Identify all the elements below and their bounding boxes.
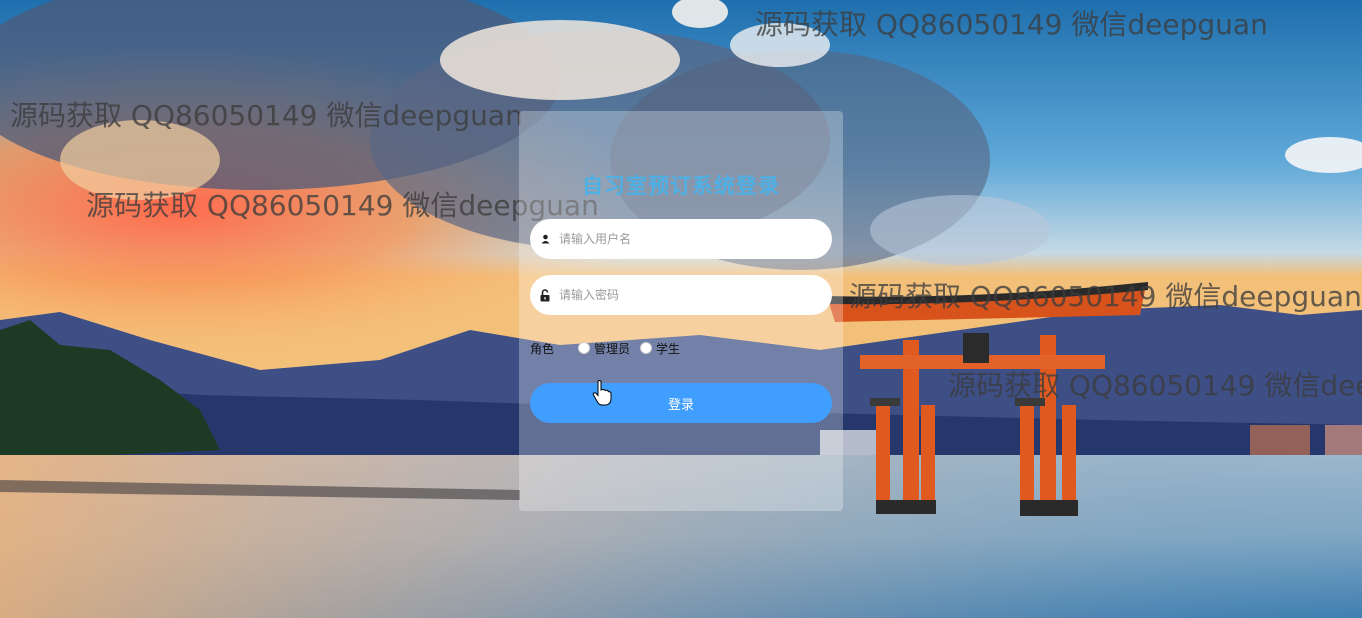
login-title: 自习室预订系统登录 (582, 174, 780, 198)
role-option-student[interactable]: 学生 (640, 340, 686, 357)
role-option-admin[interactable]: 管理员 (578, 340, 636, 357)
role-option-label: 学生 (656, 341, 681, 356)
login-button-label: 登录 (667, 397, 694, 413)
watermark: 源码获取 QQ86050149 微信deepguan (10, 99, 523, 132)
login-button[interactable]: 登录 (530, 383, 832, 423)
login-page: 源码获取 QQ86050149 微信deepguan 源码获取 QQ860501… (0, 0, 1362, 618)
username-input[interactable] (557, 231, 811, 247)
watermark: 源码获取 QQ86050149 微信deepguan (948, 369, 1362, 402)
password-input[interactable] (557, 287, 811, 303)
radio-circle[interactable] (640, 342, 653, 354)
lock-icon (539, 288, 551, 302)
watermark: 源码获取 QQ86050149 微信deepguan (755, 8, 1268, 41)
hand-cursor-icon (592, 380, 612, 406)
watermark: 源码获取 QQ86050149 微信deepguan (849, 280, 1362, 313)
password-field[interactable] (530, 275, 832, 315)
role-option-label: 管理员 (594, 341, 631, 356)
radio-circle[interactable] (578, 342, 591, 354)
role-selector: 角色 管理员 学生 (530, 338, 690, 358)
username-field[interactable] (530, 219, 832, 259)
user-icon (539, 232, 551, 246)
role-label: 角色 (530, 341, 555, 356)
